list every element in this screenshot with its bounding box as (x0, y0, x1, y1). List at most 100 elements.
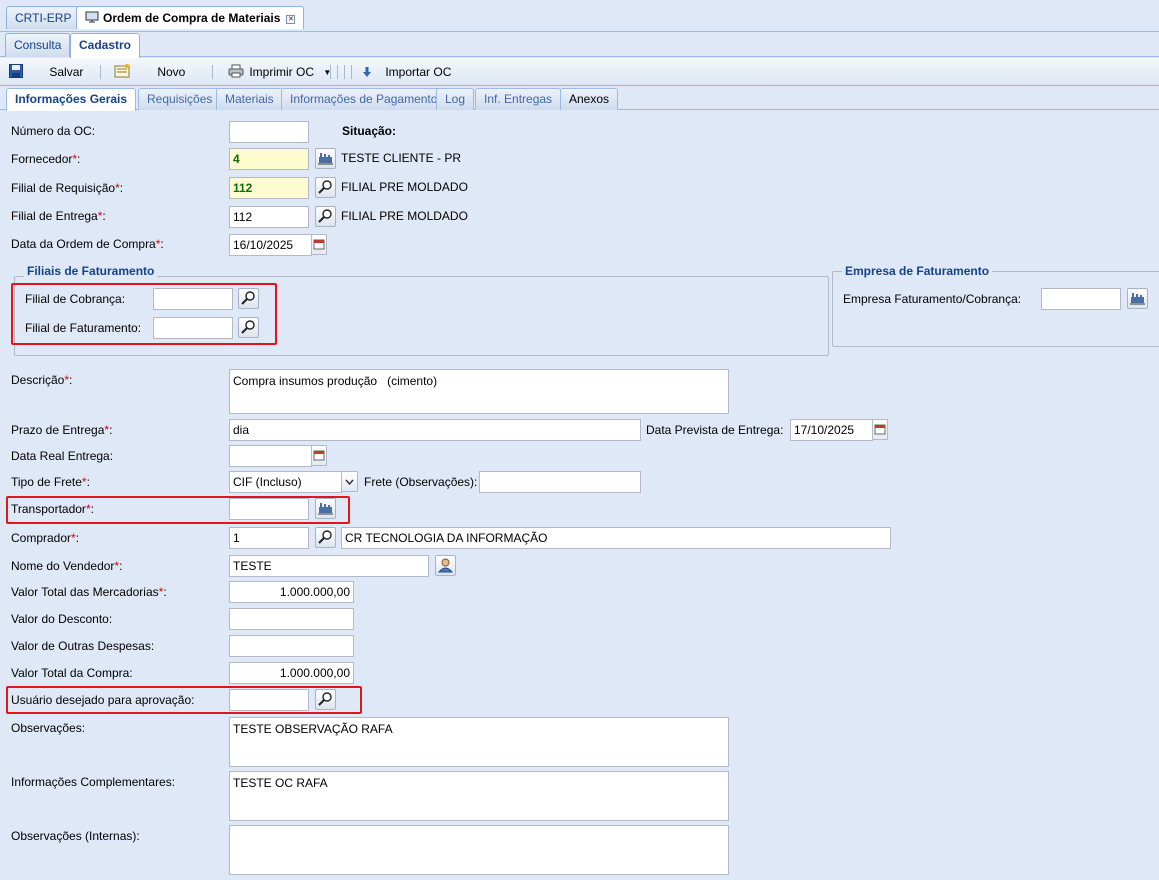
tab-anexos[interactable]: Anexos (560, 88, 619, 110)
calendar-icon[interactable] (312, 445, 327, 466)
outras-despesas-label: Valor de Outras Despesas: (11, 639, 155, 653)
filial-requisicao-input[interactable]: 112 (229, 177, 309, 199)
arrow-down-icon (363, 67, 371, 77)
required-mark: * (158, 585, 164, 599)
tab-informacoes-gerais[interactable]: Informações Gerais (6, 88, 137, 111)
obs-internas-textarea[interactable] (229, 825, 729, 875)
observacoes-textarea[interactable]: TESTE OBSERVAÇÃO RAFA (229, 717, 729, 767)
import-oc-label: Importar OC (385, 65, 452, 79)
fornecedor-name: TESTE CLIENTE - PR (341, 151, 462, 165)
chevron-down-icon[interactable] (342, 471, 358, 492)
required-mark: * (81, 475, 87, 489)
tab-label: Materiais (225, 92, 274, 106)
vendedor-input[interactable]: TESTE (229, 555, 429, 577)
data-real-input[interactable] (229, 445, 312, 467)
required-mark: * (71, 531, 76, 545)
fornecedor-label: Fornecedor*: (11, 152, 81, 166)
toolbar: Salvar Novo Imprimir OC ▼ Importar OC (0, 58, 1159, 86)
valor-mercadorias-label: Valor Total das Mercadorias*: (11, 585, 167, 599)
tab-cadastro[interactable]: Cadastro (70, 33, 141, 58)
valor-total-input[interactable]: 1.000.000,00 (229, 662, 354, 684)
situacao-label: Situação: (342, 124, 397, 138)
toolbar-separator (330, 65, 331, 79)
frete-obs-input[interactable] (479, 471, 641, 493)
calendar-icon[interactable] (873, 419, 888, 440)
toolbar-separator (212, 65, 213, 79)
toolbar-separator (344, 65, 345, 79)
new-document-icon (114, 64, 130, 78)
calendar-icon[interactable] (312, 234, 327, 255)
info-complementares-textarea[interactable]: TESTE OC RAFA (229, 771, 729, 821)
highlight-box (6, 686, 362, 714)
tipo-frete-select[interactable]: CIF (Incluso) (229, 471, 342, 493)
observacoes-label: Observações: (11, 721, 86, 735)
tab-informacoes-pagamento[interactable]: Informações de Pagamento (281, 88, 447, 110)
filial-requisicao-name: FILIAL PRE MOLDADO (341, 180, 468, 194)
empresa-faturamento-label: Empresa Faturamento/Cobrança: (843, 292, 1022, 306)
magnifier-lookup-icon[interactable] (315, 177, 336, 198)
data-oc-input[interactable]: 16/10/2025 (229, 234, 312, 256)
valor-mercadorias-input[interactable]: 1.000.000,00 (229, 581, 354, 603)
tab-label: Consulta (14, 38, 62, 52)
descricao-textarea[interactable]: Compra insumos produção (cimento) (229, 369, 729, 414)
filial-entrega-label: Filial de Entrega*: (11, 209, 106, 223)
tab-label: Informações de Pagamento (290, 92, 438, 106)
monitor-icon (85, 11, 99, 23)
new-label: Novo (157, 65, 186, 79)
highlight-box (6, 496, 350, 524)
new-button[interactable]: Novo (114, 58, 185, 86)
comprador-input[interactable]: 1 (229, 527, 309, 549)
tab-requisicoes[interactable]: Requisições (138, 88, 222, 110)
comprador-name-field: CR TECNOLOGIA DA INFORMAÇÃO (341, 527, 891, 549)
filial-entrega-input[interactable]: 112 (229, 206, 309, 228)
window-tab-crti-erp[interactable]: CRTI-ERP (6, 6, 81, 29)
required-mark: * (64, 373, 70, 387)
comprador-label: Comprador*: (11, 531, 80, 545)
tab-label: Informações Gerais (15, 92, 128, 106)
tab-inf-entregas[interactable]: Inf. Entregas (475, 88, 562, 110)
fornecedor-input[interactable]: 4 (229, 148, 309, 170)
data-real-label: Data Real Entrega: (11, 449, 114, 463)
outras-despesas-input[interactable] (229, 635, 354, 657)
valor-total-label: Valor Total da Compra: (11, 666, 133, 680)
close-icon[interactable]: ✕ (286, 15, 296, 24)
descricao-label: Descrição*: (11, 373, 73, 387)
filiais-faturamento-title: Filiais de Faturamento (24, 264, 158, 278)
factory-lookup-icon[interactable] (315, 148, 336, 169)
save-label: Salvar (49, 65, 84, 79)
tab-log[interactable]: Log (436, 88, 475, 110)
tab-label: Cadastro (79, 38, 132, 52)
data-prevista-label: Data Prevista de Entrega: (646, 423, 784, 437)
mode-tab-strip: Consulta Cadastro (0, 32, 1159, 58)
filial-requisicao-label: Filial de Requisição*: (11, 181, 124, 195)
tab-label: Requisições (147, 92, 213, 106)
window-tab-strip: CRTI-ERP Ordem de Compra de Materiais ✕ (0, 0, 1159, 32)
tab-materiais[interactable]: Materiais (216, 88, 283, 110)
person-lookup-icon[interactable] (435, 555, 456, 576)
magnifier-lookup-icon[interactable] (315, 206, 336, 227)
printer-icon (228, 64, 244, 78)
window-tab-label: Ordem de Compra de Materiais (103, 11, 281, 25)
prazo-entrega-input[interactable]: dia (229, 419, 641, 441)
numero-oc-label: Número da OC: (11, 124, 96, 138)
toolbar-separator (337, 65, 338, 79)
toolbar-separator (100, 65, 101, 79)
data-prevista-input[interactable]: 17/10/2025 (790, 419, 873, 441)
window-tab-ordem-compra[interactable]: Ordem de Compra de Materiais ✕ (76, 6, 305, 29)
tab-label: Anexos (569, 92, 610, 106)
empresa-faturamento-input[interactable] (1041, 288, 1121, 310)
save-button[interactable]: Salvar (9, 58, 83, 86)
frete-obs-label: Frete (Observações): (364, 475, 478, 489)
tab-consulta[interactable]: Consulta (5, 33, 71, 57)
window-tab-label: CRTI-ERP (15, 11, 72, 25)
numero-oc-input[interactable] (229, 121, 309, 143)
magnifier-lookup-icon[interactable] (315, 527, 336, 548)
info-complementares-label: Informações Complementares: (11, 775, 176, 789)
valor-desconto-label: Valor do Desconto: (11, 612, 113, 626)
import-oc-button[interactable]: Importar OC (362, 58, 451, 86)
factory-lookup-icon[interactable] (1127, 288, 1148, 309)
tab-label: Log (445, 92, 466, 106)
valor-desconto-input[interactable] (229, 608, 354, 630)
print-oc-button[interactable]: Imprimir OC ▼ (228, 58, 331, 86)
required-mark: * (155, 237, 161, 251)
